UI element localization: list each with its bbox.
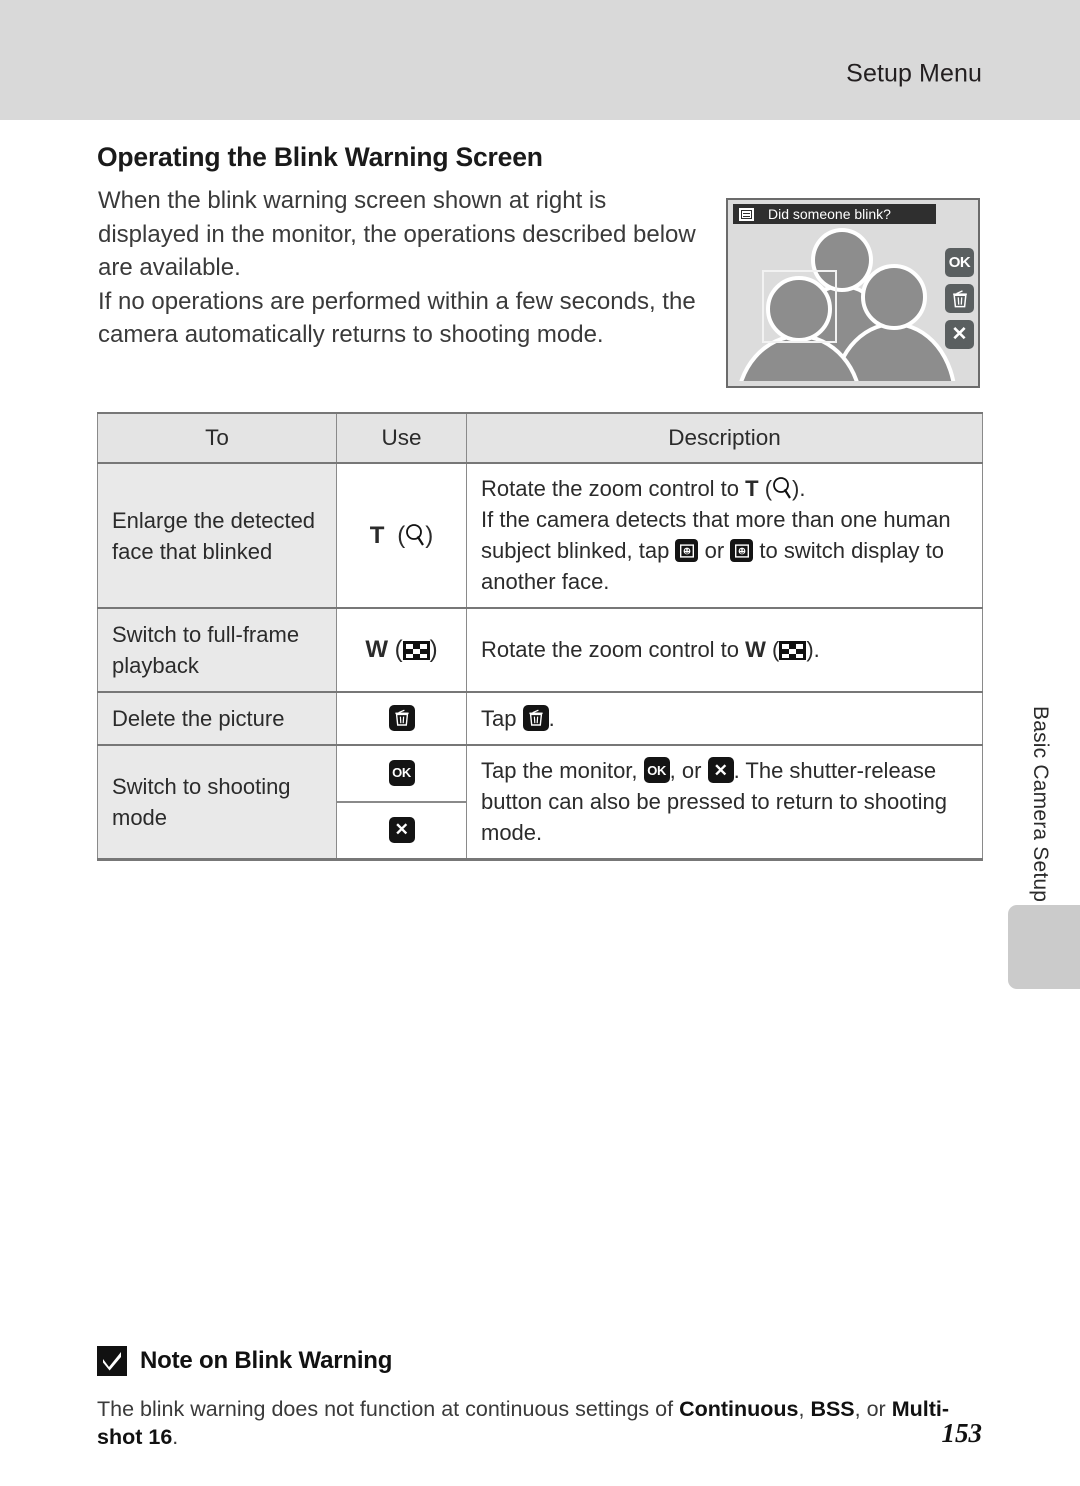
paren-close: ) [425,521,434,549]
desc-wide-mark: W [745,637,766,662]
cancel-button[interactable]: ✕ [945,320,974,349]
face-detection-icon [739,207,754,221]
desc-text-a: Tap [481,705,523,731]
row-description-switch-shooting-mode: Tap the monitor, OK, or ✕. The shutter-r… [466,744,983,861]
table-header-row: To Use Description [97,412,983,464]
trash-icon [388,705,415,731]
note-text-c: , or [854,1397,892,1421]
operations-table: To Use Description Enlarge the detected … [97,412,983,861]
desc-text-a: Rotate the zoom control to [481,637,746,662]
wide-thumbnail-icon [779,641,807,660]
face-switch-right-icon [730,539,754,562]
desc-text-b: , or [669,758,708,783]
paren-open: ( [387,636,403,663]
ok-button[interactable]: OK [945,248,974,277]
magnifier-icon [406,523,425,546]
note-title: Note on Blink Warning [140,1347,393,1374]
running-title: Setup Menu [846,59,982,88]
column-header-use: Use [336,412,467,464]
section-side-label: Basic Camera Setup [1029,706,1052,903]
note-text: The blink warning does not function at c… [97,1395,987,1451]
table-row: Switch to shooting mode OK Tap the monit… [97,744,983,861]
row-use-ok-key: OK [336,744,467,803]
note-header: Note on Blink Warning [97,1346,987,1376]
page-title: Operating the Blink Warning Screen [97,142,543,172]
monitor-title-text: Did someone blink? [768,206,891,222]
paren-close: ) [429,636,438,663]
paren-open-2: ( [758,476,773,501]
desc-text-b: . [548,705,555,731]
face-switch-left-icon [675,539,699,562]
close-icon: ✕ [707,757,734,783]
row-description-delete-picture: Tap . [466,691,983,746]
monitor-button-strip: OK ✕ [945,248,974,349]
note-bold-bss: BSS [810,1397,855,1421]
wide-thumbnail-icon [402,641,430,660]
row-label-delete-picture: Delete the picture [97,692,337,746]
desc-text-a: Tap the monitor, [481,758,644,783]
row-use-delete [336,691,467,746]
desc-text-2b: or [698,538,731,563]
intro-paragraphs: When the blink warning screen shown at r… [98,184,698,352]
delete-button[interactable] [945,284,974,313]
desc-text-1a: Rotate the zoom control to [481,476,746,501]
intro-paragraph-2: If no operations are performed within a … [98,287,696,349]
desc-text-c: ). [806,637,820,662]
wide-zoom-label: W [365,636,388,663]
row-label-full-frame-playback: Switch to full-frame playback [97,608,337,693]
ok-icon: OK [643,757,670,783]
note-block: Note on Blink Warning The blink warning … [97,1346,987,1451]
monitor-titlebar: Did someone blink? [733,204,936,224]
note-text-d: . [172,1425,179,1449]
paren-open-2: ( [765,637,780,662]
note-bold-continuous: Continuous [679,1397,799,1421]
row-description-enlarge-face: Rotate the zoom control to T (). If the … [466,462,983,609]
table-row: Enlarge the detected face that blinked T… [97,462,983,609]
desc-tele-mark: T [745,476,759,501]
row-use-wide-zoom: W () [336,607,467,693]
close-icon: ✕ [388,816,415,843]
desc-text-1c: ). [792,476,806,501]
page-number: 153 [941,1418,983,1448]
intro-paragraph-1: When the blink warning screen shown at r… [98,187,696,281]
column-header-description: Description [466,412,983,464]
face-detection-frame [762,270,837,343]
trash-icon [952,289,967,307]
trash-icon [522,704,549,731]
row-use-close-key: ✕ [336,801,467,861]
ok-icon: OK [388,759,415,786]
blink-warning-monitor-illustration: Did someone blink? OK ✕ [726,198,980,388]
section-side-tab[interactable] [1008,905,1080,989]
magnifier-icon [773,477,791,499]
row-label-enlarge-face: Enlarge the detected face that blinked [97,463,337,609]
paren-open: ( [390,521,406,549]
row-label-switch-shooting-mode: Switch to shooting mode [97,745,337,861]
row-description-full-frame-playback: Rotate the zoom control to W (). [466,607,983,693]
tele-zoom-label: T [369,521,385,549]
note-text-a: The blink warning does not function at c… [97,1397,680,1421]
row-use-tele-zoom: T () [336,462,467,609]
monitor-scene [733,226,973,381]
table-row: Delete the picture Tap . [97,691,983,746]
note-text-b: , [798,1397,811,1421]
column-header-to: To [97,412,337,464]
checkmark-badge-icon [97,1346,127,1376]
table-row: Switch to full-frame playback W () Rotat… [97,607,983,693]
figure-right-head [861,264,927,330]
